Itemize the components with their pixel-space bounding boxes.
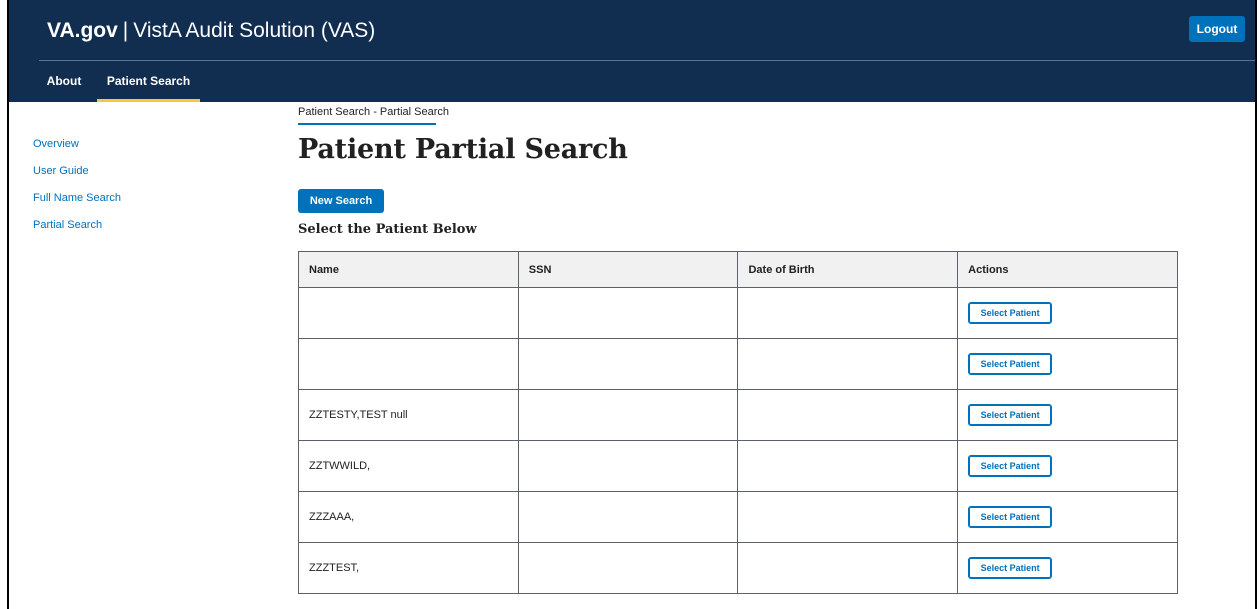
table-header-row: Name SSN Date of Birth Actions (298, 251, 1178, 288)
cell-actions: Select Patient (957, 491, 1178, 543)
cell-name: ZZTESTY,TEST null (298, 389, 519, 441)
breadcrumb[interactable]: Patient Search - Partial Search (298, 106, 449, 120)
sidebar-item-partial-search[interactable]: Partial Search (33, 218, 121, 245)
select-patient-button[interactable]: Select Patient (968, 506, 1053, 528)
site-header: VA.gov | VistA Audit Solution (VAS) Logout… (9, 0, 1255, 102)
sidebar-item-user-guide[interactable]: User Guide (33, 164, 121, 191)
cell-name: ZZZTEST, (298, 542, 519, 594)
cell-dob (737, 440, 959, 492)
table-row: ZZTESTY,TEST null Select Patient (298, 389, 1178, 441)
cell-dob (737, 542, 959, 594)
sidebar-item-overview[interactable]: Overview (33, 137, 121, 164)
cell-actions: Select Patient (957, 287, 1178, 339)
cell-ssn (517, 491, 739, 543)
table-row: Select Patient (298, 287, 1178, 339)
app-window: VA.gov | VistA Audit Solution (VAS) Logout… (7, 0, 1257, 609)
cell-actions: Select Patient (957, 542, 1178, 594)
table-row: Select Patient (298, 338, 1178, 390)
sidebar: Overview User Guide Full Name Search Par… (33, 137, 121, 245)
select-patient-button[interactable]: Select Patient (968, 557, 1053, 579)
new-search-button[interactable]: New Search (298, 189, 384, 213)
patient-results-table: Name SSN Date of Birth Actions Select Pa… (298, 251, 1178, 594)
sidebar-item-full-name-search[interactable]: Full Name Search (33, 191, 121, 218)
table-row: ZZZAAA, Select Patient (298, 491, 1178, 543)
va-gov-logo[interactable]: VA.gov (47, 19, 118, 42)
select-patient-button[interactable]: Select Patient (968, 353, 1053, 375)
header-divider (39, 60, 1255, 61)
select-patient-button[interactable]: Select Patient (968, 404, 1053, 426)
cell-ssn (517, 542, 739, 594)
cell-ssn (517, 440, 739, 492)
cell-name: ZZZAAA, (298, 491, 519, 543)
section-title: Select the Patient Below (298, 222, 477, 237)
table-row: ZZZTEST, Select Patient (298, 542, 1178, 594)
cell-name (298, 338, 519, 390)
cell-ssn (517, 389, 739, 441)
brand-separator: | (122, 19, 129, 42)
app-title: VistA Audit Solution (VAS) (133, 19, 376, 42)
cell-dob (737, 491, 959, 543)
breadcrumb-underline (298, 123, 436, 125)
cell-actions: Select Patient (957, 389, 1178, 441)
logout-button[interactable]: Logout (1189, 16, 1245, 42)
cell-name (298, 287, 519, 339)
table-row: ZZTWWILD, Select Patient (298, 440, 1178, 492)
cell-ssn (517, 287, 739, 339)
column-header-date-of-birth: Date of Birth (737, 251, 959, 288)
cell-actions: Select Patient (957, 440, 1178, 492)
column-header-name: Name (298, 251, 519, 288)
select-patient-button[interactable]: Select Patient (968, 455, 1053, 477)
cell-ssn (517, 338, 739, 390)
cell-dob (737, 338, 959, 390)
cell-dob (737, 389, 959, 441)
cell-actions: Select Patient (957, 338, 1178, 390)
cell-dob (737, 287, 959, 339)
cell-name: ZZTWWILD, (298, 440, 519, 492)
nav-item-about[interactable]: About (39, 62, 89, 102)
column-header-ssn: SSN (517, 251, 739, 288)
nav-item-patient-search[interactable]: Patient Search (97, 62, 200, 102)
site-brand[interactable]: VA.gov | VistA Audit Solution (VAS) (47, 17, 375, 45)
column-header-actions: Actions (957, 251, 1178, 288)
select-patient-button[interactable]: Select Patient (968, 302, 1053, 324)
page-title: Patient Partial Search (298, 134, 628, 165)
